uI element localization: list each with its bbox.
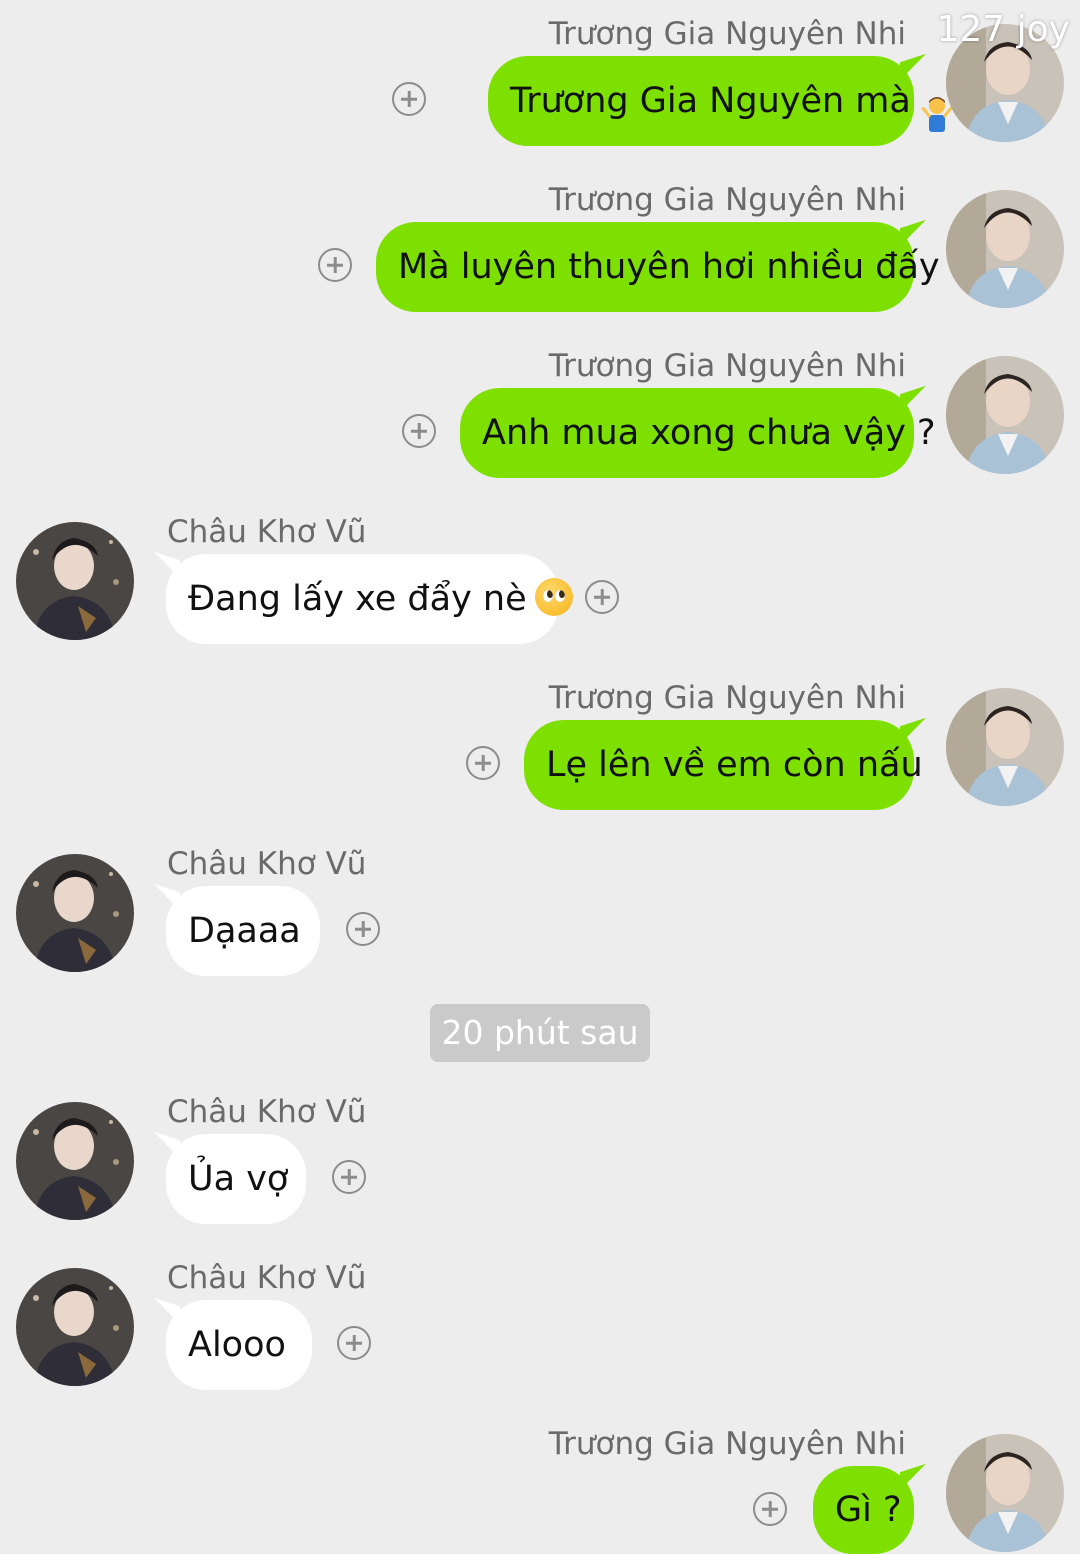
avatar[interactable]: [946, 688, 1064, 806]
message-row: Trương Gia Nguyên Nhi Mà luyên thuyên hơ…: [0, 182, 1080, 312]
avatar-right-image: [946, 190, 1064, 308]
message-bubble[interactable]: Trương Gia Nguyên mà: [488, 56, 953, 146]
avatar-left-image: [16, 522, 134, 640]
add-reaction-icon[interactable]: [337, 1326, 371, 1360]
sender-name: Trương Gia Nguyên Nhi: [548, 1426, 906, 1462]
message-row: Trương Gia Nguyên Nhi Lẹ lên về em còn n…: [0, 680, 1080, 810]
avatar-right-image: [946, 356, 1064, 474]
message-text: Đang lấy xe đẩy nè: [188, 579, 527, 619]
add-reaction-icon[interactable]: [753, 1492, 787, 1526]
avatar-left-image: [16, 1268, 134, 1386]
avatar[interactable]: [16, 522, 134, 640]
sender-name: Trương Gia Nguyên Nhi: [548, 182, 906, 218]
message-row: Trương Gia Nguyên Nhi Gì ?: [0, 1426, 1080, 1554]
pleading-face-emoji-icon: [534, 578, 573, 616]
sender-name: Châu Khơ Vũ: [167, 846, 367, 882]
message-row: Châu Khơ Vũ Alooo: [0, 1260, 1080, 1390]
sender-name: Châu Khơ Vũ: [167, 1094, 367, 1130]
avatar-left-image: [16, 1102, 134, 1220]
sender-name: Trương Gia Nguyên Nhi: [548, 16, 906, 52]
sender-name: Châu Khơ Vũ: [167, 1260, 367, 1296]
message-text: Trương Gia Nguyên mà: [510, 81, 911, 121]
sender-name: Trương Gia Nguyên Nhi: [548, 348, 906, 384]
message-row: Châu Khơ Vũ Dạaaa: [0, 846, 1080, 976]
add-reaction-icon[interactable]: [392, 82, 426, 116]
avatar[interactable]: [946, 190, 1064, 308]
avatar[interactable]: [946, 356, 1064, 474]
avatar-left-image: [16, 854, 134, 972]
message-bubble[interactable]: Anh mua xong chưa vậy ?: [460, 388, 936, 478]
add-reaction-icon[interactable]: [402, 414, 436, 448]
add-reaction-icon[interactable]: [318, 248, 352, 282]
message-bubble[interactable]: Dạaaa: [166, 886, 320, 976]
message-row: Trương Gia Nguyên Nhi Anh mua xong chưa …: [0, 348, 1080, 478]
message-bubble[interactable]: Ủa vợ: [166, 1134, 306, 1224]
message-bubble[interactable]: Gì ?: [813, 1466, 914, 1554]
avatar[interactable]: [16, 1268, 134, 1386]
sender-name: Trương Gia Nguyên Nhi: [548, 680, 906, 716]
message-bubble[interactable]: Đang lấy xe đẩy nè: [166, 554, 573, 644]
message-row: Châu Khơ Vũ Ủa vợ: [0, 1094, 1080, 1224]
add-reaction-icon[interactable]: [346, 912, 380, 946]
avatar-right-image: [946, 688, 1064, 806]
time-separator: 20 phút sau: [430, 1004, 650, 1062]
message-row: Châu Khơ Vũ Đang lấy xe đẩy nè: [0, 514, 1080, 644]
message-bubble[interactable]: Mà luyên thuyên hơi nhiều đấy: [376, 222, 940, 312]
add-reaction-icon[interactable]: [466, 746, 500, 780]
add-reaction-icon[interactable]: [585, 580, 619, 614]
avatar[interactable]: [16, 1102, 134, 1220]
avatar[interactable]: [946, 1434, 1064, 1552]
message-bubble[interactable]: Alooo: [166, 1300, 312, 1390]
avatar[interactable]: [16, 854, 134, 972]
watermark-text: 127 joy: [936, 9, 1071, 50]
sender-name: Châu Khơ Vũ: [167, 514, 367, 550]
message-bubble[interactable]: Lẹ lên về em còn nấu: [524, 720, 923, 810]
message-row: Trương Gia Nguyên Nhi Trương Gia Nguyên …: [0, 16, 1080, 146]
add-reaction-icon[interactable]: [332, 1160, 366, 1194]
avatar-right-image: [946, 1434, 1064, 1552]
